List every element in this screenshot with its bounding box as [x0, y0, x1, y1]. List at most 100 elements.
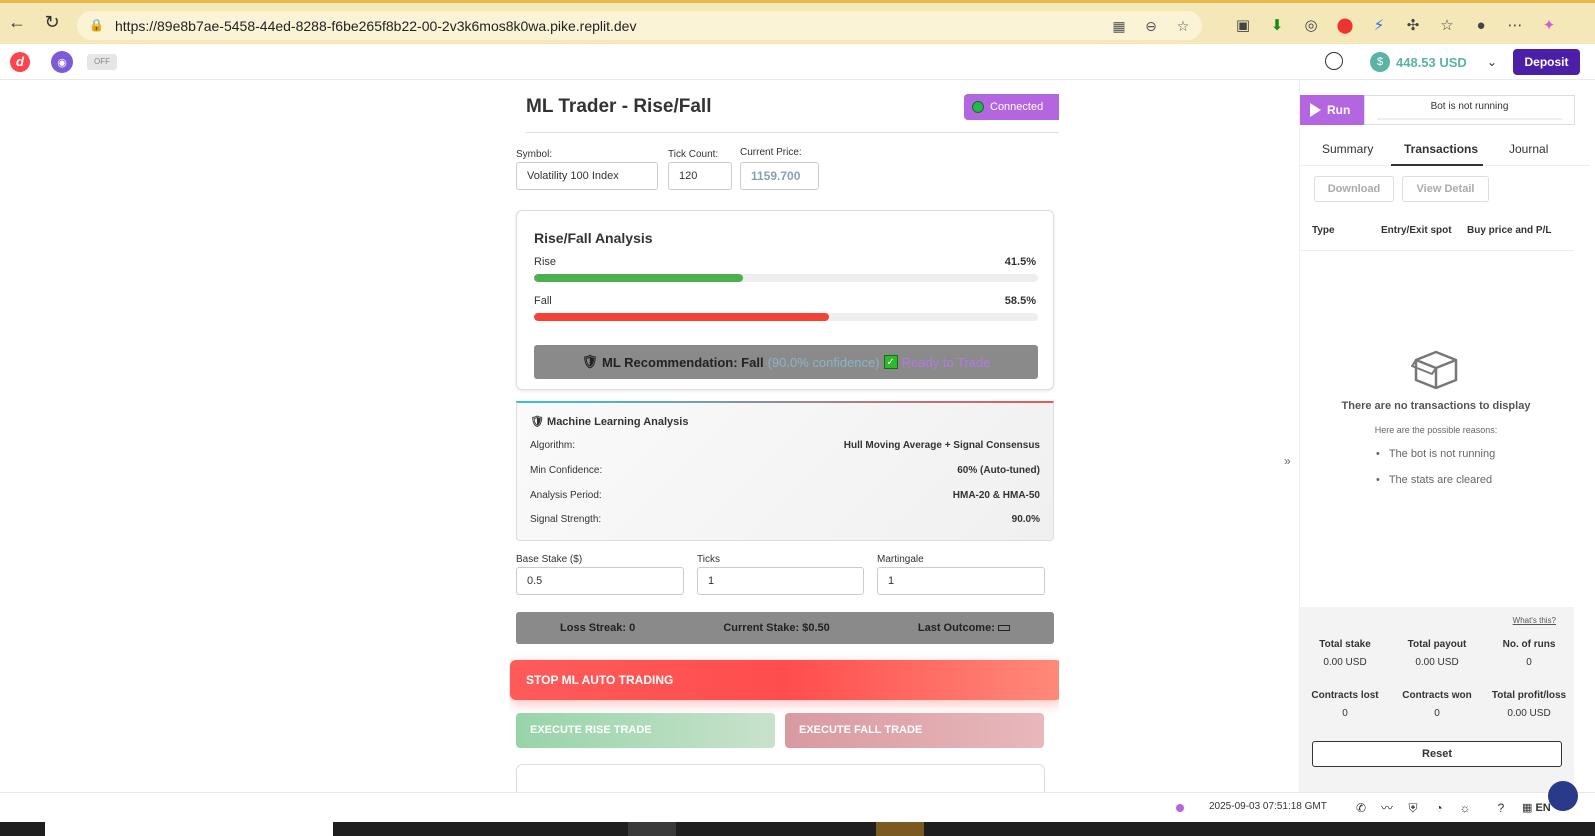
tab-journal[interactable]: Journal [1509, 142, 1548, 156]
fall-percent: 58.5% [1004, 295, 1036, 307]
base-stake-input[interactable]: 0.5 [516, 567, 684, 595]
off-toggle[interactable]: OFF [87, 54, 117, 70]
more-icon[interactable]: ⋯ [1500, 11, 1530, 39]
help-icon[interactable]: ? [1492, 799, 1510, 817]
summary-panel: What's this? Total stake 0.00 USD Total p… [1300, 607, 1574, 792]
chat-button[interactable] [1548, 781, 1578, 811]
balance-selector[interactable]: $ 448.53 USD ⌄ [1370, 52, 1497, 72]
ml-row-value: 90.0% [1011, 514, 1040, 525]
taskbar-item[interactable] [876, 822, 924, 836]
reason-text: The bot is not running [1388, 448, 1496, 460]
os-taskbar [0, 822, 1595, 836]
bot-status-text: Bot is not running [1430, 101, 1509, 112]
confidence-text: (90.0% confidence) [767, 354, 880, 370]
tab-summary[interactable]: Summary [1322, 142, 1373, 156]
deriv-logo-icon[interactable]: d [10, 52, 30, 72]
tab-bar: Summary Transactions Journal [1300, 136, 1590, 166]
trade-stats-bar: Loss Streak: 0 Current Stake: $0.50 Last… [516, 612, 1054, 644]
ml-row-algorithm: Algorithm: Hull Moving Average + Signal C… [530, 440, 1040, 451]
reload-icon[interactable]: ↻ [35, 5, 69, 39]
address-bar[interactable]: 🔒 https://89e8b7ae-5458-44ed-8288-f6be26… [77, 11, 1202, 40]
empty-box-icon [1411, 350, 1458, 390]
connection-status: Connected [964, 94, 1059, 120]
whatsapp-icon[interactable]: ✆ [1352, 799, 1370, 817]
copilot-icon[interactable]: ✦ [1534, 11, 1564, 39]
bot-status: Bot is not running [1364, 95, 1575, 125]
empty-title: There are no transactions to display [1341, 400, 1531, 412]
current-price-label: Current Price: [740, 147, 802, 158]
zoom-icon[interactable]: ⊖ [1140, 15, 1162, 37]
extension-icon[interactable]: ◎ [1296, 11, 1326, 39]
summary-value: 0.00 USD [1415, 657, 1459, 668]
ml-row-period: Analysis Period: HMA-20 & HMA-50 [530, 490, 1040, 501]
ready-text: Ready to Trade [901, 354, 991, 370]
reset-button[interactable]: Reset [1312, 741, 1562, 767]
status-dot-icon [1176, 804, 1184, 812]
summary-value: 0 [1526, 657, 1532, 668]
ml-row-value: 60% (Auto-tuned) [957, 465, 1040, 476]
current-price-value: 1159.700 [740, 162, 819, 190]
chevron-down-icon[interactable]: ⌄ [1487, 55, 1497, 69]
summary-value: 0 [1434, 708, 1440, 719]
active-tab-indicator [1391, 164, 1483, 166]
favorites-list-icon[interactable]: ☆ [1432, 11, 1462, 39]
ml-row-label: Analysis Period: [530, 490, 602, 501]
download-button[interactable]: Download [1314, 176, 1394, 202]
last-outcome: Last Outcome: [918, 622, 1010, 634]
security-icon[interactable]: ⛨ [1404, 799, 1422, 817]
deposit-button[interactable]: Deposit [1513, 49, 1580, 75]
language-selector[interactable]: ▦ EN [1522, 801, 1551, 814]
responsible-trading-icon[interactable]: ◔ [1430, 799, 1448, 817]
footer-icons: ✆ 〰 ⛨ ◔ ☼ ? [1352, 799, 1510, 817]
column-entry-exit: Entry/Exit spot [1381, 225, 1452, 236]
collapse-panel-icon[interactable]: » [1284, 454, 1291, 468]
account-icon[interactable] [1325, 52, 1343, 70]
download-icon[interactable]: ⬇ [1262, 11, 1292, 39]
view-detail-button[interactable]: View Detail [1402, 176, 1489, 202]
opera-icon[interactable]: ⬤ [1330, 11, 1360, 39]
summary-total-stake: Total stake 0.00 USD [1300, 639, 1390, 668]
favorite-icon[interactable]: ☆ [1172, 15, 1194, 37]
ml-trader-panel: ML Trader - Rise/Fall Connected Symbol: … [509, 80, 1059, 792]
martingale-input[interactable]: 1 [877, 567, 1045, 595]
robot-icon: 🛡 [581, 354, 599, 369]
whats-this-link[interactable]: What's this? [1513, 616, 1556, 625]
summary-value: 0 [1342, 708, 1348, 719]
divider [1300, 250, 1574, 251]
language-label: EN [1535, 802, 1551, 814]
current-stake: Current Stake: $0.50 [723, 622, 830, 634]
stop-auto-trading-button[interactable]: STOP ML AUTO TRADING [510, 660, 1059, 700]
back-icon[interactable]: ← [0, 5, 34, 39]
execute-fall-button[interactable]: EXECUTE FALL TRADE [785, 713, 1044, 748]
taskbar-item[interactable] [628, 822, 676, 836]
tab-transactions[interactable]: Transactions [1404, 142, 1478, 156]
symbol-select[interactable]: Volatility 100 Index [516, 162, 658, 190]
lock-icon[interactable]: 🔒 [89, 18, 105, 34]
app-header: d ◉ OFF $ 448.53 USD ⌄ Deposit [0, 44, 1595, 80]
outcome-placeholder-icon [997, 625, 1010, 632]
summary-label: Contracts lost [1311, 690, 1379, 701]
taskbar-item[interactable] [45, 822, 333, 836]
card-top-border [517, 401, 1053, 403]
progress-line [1377, 118, 1562, 120]
summary-value: 0.00 USD [1323, 657, 1367, 668]
reason-text: The stats are cleared [1388, 474, 1493, 486]
tick-count-input[interactable]: 120 [668, 162, 732, 190]
run-label: Run [1327, 103, 1351, 117]
execute-rise-button[interactable]: EXECUTE RISE TRADE [516, 713, 775, 748]
puzzle-icon[interactable]: ✣ [1398, 11, 1428, 39]
ml-row-value: Hull Moving Average + Signal Consensus [843, 440, 1040, 451]
ml-row-strength: Signal Strength: 90.0% [530, 514, 1040, 525]
theme-icon[interactable]: ☼ [1456, 799, 1474, 817]
bot-logo-icon[interactable]: ◉ [51, 51, 73, 73]
save-extension-icon[interactable]: ▣ [1228, 11, 1258, 39]
run-button[interactable]: Run [1300, 95, 1364, 125]
recommendation-text: ML Recommendation: Fall [602, 354, 764, 370]
translate-icon[interactable]: ⚡ [1364, 11, 1394, 39]
summary-contracts-lost: Contracts lost 0 [1300, 690, 1390, 719]
status-dot-icon [972, 101, 984, 113]
apps-icon[interactable]: ▦ [1108, 15, 1130, 37]
ticks-input[interactable]: 1 [697, 567, 864, 595]
profile-icon[interactable]: ● [1466, 11, 1496, 39]
signal-icon[interactable]: 〰 [1378, 799, 1396, 817]
